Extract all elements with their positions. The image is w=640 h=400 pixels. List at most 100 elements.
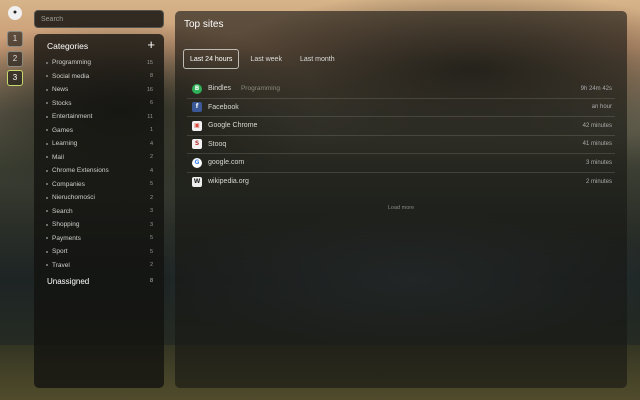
category-count: 11 [147, 113, 153, 120]
site-name: Bindles [208, 85, 231, 93]
unassigned-item[interactable]: Unassigned 8 [34, 274, 164, 288]
workspace-button-2[interactable]: 2 [7, 51, 23, 67]
site-time: 42 minutes [582, 122, 612, 129]
tab-last-24-hours[interactable]: Last 24 hours [183, 49, 240, 69]
top-sites-list: B Bindles Programming 9h 24m 42s f Faceb… [187, 80, 615, 191]
facebook-icon: f [192, 102, 202, 113]
chrome-icon: ▣ [192, 120, 202, 131]
category-count: 5 [149, 235, 153, 242]
site-row[interactable]: G google.com 3 minutes [187, 154, 615, 173]
category-item[interactable]: Entertainment 11 [34, 110, 164, 124]
bullet-icon [46, 237, 48, 240]
category-label: Stocks [52, 99, 72, 107]
site-row[interactable]: B Bindles Programming 9h 24m 42s [187, 80, 615, 99]
categories-title: Categories [47, 41, 89, 51]
site-time: an hour [591, 104, 612, 111]
category-count: 2 [149, 194, 153, 201]
category-count: 6 [149, 100, 153, 107]
category-list: Programming 15 Social media 8 News 16 Stock… [34, 56, 164, 272]
bullet-icon [46, 61, 48, 64]
category-label: Sport [52, 248, 68, 256]
bullet-icon [46, 183, 48, 186]
add-category-button[interactable]: + [147, 38, 155, 51]
bullet-icon [46, 142, 48, 145]
category-item[interactable]: Shopping 3 [34, 218, 164, 232]
category-label: Programming [52, 59, 92, 67]
category-item[interactable]: Sport 5 [34, 245, 164, 259]
site-name: wikipedia.org [208, 178, 249, 186]
category-count: 16 [146, 86, 153, 93]
site-time: 9h 24m 42s [580, 85, 612, 92]
category-count: 3 [149, 208, 153, 215]
categories-panel: Categories + Programming 15 Social media 8… [34, 34, 164, 388]
app-logo-icon[interactable]: ● [8, 6, 22, 20]
site-name: Facebook [208, 103, 239, 111]
category-item[interactable]: Travel 2 [34, 259, 164, 273]
category-item[interactable]: Companies 5 [34, 178, 164, 192]
category-label: News [52, 86, 69, 94]
category-label: Entertainment [52, 113, 93, 121]
category-count: 15 [146, 59, 153, 66]
time-range-tabs: Last 24 hours Last week Last month [183, 49, 346, 69]
category-label: Travel [52, 261, 70, 269]
category-item[interactable]: Stocks 6 [34, 97, 164, 111]
category-item[interactable]: Payments 5 [34, 232, 164, 246]
bullet-icon [46, 264, 48, 267]
workspace-button-3[interactable]: 3 [7, 70, 23, 86]
category-label: Mail [52, 153, 64, 161]
category-label: Search [52, 207, 73, 215]
category-count: 4 [149, 167, 153, 174]
site-name: Stooq [208, 140, 227, 148]
category-label: Games [52, 126, 73, 134]
site-time: 3 minutes [585, 159, 612, 166]
category-item[interactable]: News 16 [34, 83, 164, 97]
workspace-button-1[interactable]: 1 [7, 31, 23, 47]
category-label: Shopping [52, 221, 80, 229]
bullet-icon [46, 250, 48, 253]
tab-last-month[interactable]: Last month [293, 49, 342, 69]
category-item[interactable]: Learning 4 [34, 137, 164, 151]
bullet-icon [46, 129, 48, 132]
bullet-icon [46, 196, 48, 199]
category-item[interactable]: Programming 15 [34, 56, 164, 70]
category-label: Chrome Extensions [52, 167, 109, 175]
category-count: 8 [149, 73, 153, 80]
bullet-icon [46, 210, 48, 213]
search-input[interactable] [34, 10, 164, 28]
site-row[interactable]: ▣ Google Chrome 42 minutes [187, 117, 615, 136]
category-label: Learning [52, 140, 78, 148]
category-count: 5 [149, 248, 153, 255]
category-label: Companies [52, 180, 85, 188]
category-item[interactable]: Nieruchomości 2 [34, 191, 164, 205]
tab-last-week[interactable]: Last week [243, 49, 289, 69]
site-category-tag: Programming [240, 85, 280, 93]
category-count: 5 [149, 181, 153, 188]
category-count: 4 [149, 140, 153, 147]
site-time: 41 minutes [582, 141, 612, 148]
google-icon: G [192, 157, 202, 168]
bullet-icon [46, 169, 48, 172]
category-count: 2 [149, 154, 153, 161]
bullet-icon [46, 88, 48, 91]
category-item[interactable]: Games 1 [34, 124, 164, 138]
bullet-icon [46, 115, 48, 118]
category-item[interactable]: Chrome Extensions 4 [34, 164, 164, 178]
category-item[interactable]: Mail 2 [34, 151, 164, 165]
category-item[interactable]: Social media 8 [34, 70, 164, 84]
site-row[interactable]: f Facebook an hour [187, 99, 615, 117]
category-item[interactable]: Search 3 [34, 205, 164, 219]
site-row[interactable]: S Stooq 41 minutes [187, 136, 615, 154]
category-count: 3 [149, 221, 153, 228]
site-row[interactable]: W wikipedia.org 2 minutes [187, 173, 615, 192]
top-sites-panel: Top sites Last 24 hours Last week Last m… [175, 11, 627, 388]
site-name: google.com [208, 159, 245, 167]
site-time: 2 minutes [585, 178, 612, 185]
category-label: Social media [52, 72, 90, 80]
category-count: 1 [149, 127, 153, 134]
site-name: Google Chrome [208, 122, 258, 130]
bindles-icon: B [192, 83, 202, 94]
wikipedia-icon: W [192, 176, 202, 187]
category-count: 2 [149, 262, 153, 269]
bullet-icon [46, 156, 48, 159]
load-more-link[interactable]: Load more [175, 205, 627, 211]
